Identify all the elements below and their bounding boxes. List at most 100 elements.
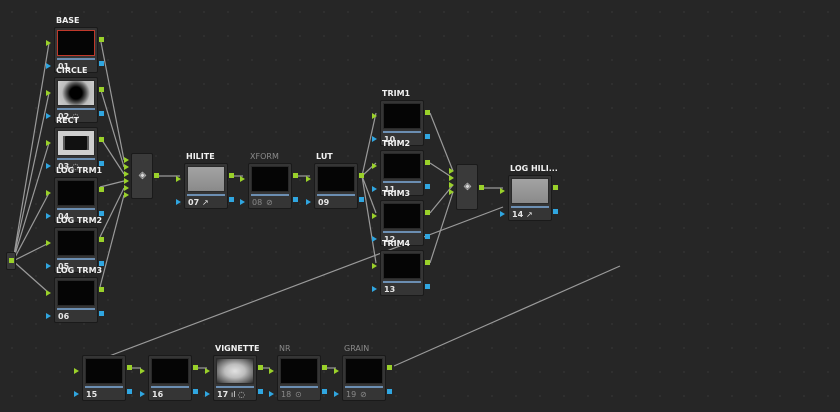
- alpha-input-pin[interactable]: [372, 236, 377, 242]
- alpha-output-pin[interactable]: [293, 197, 298, 202]
- mixer-1-input-pin[interactable]: [124, 157, 129, 163]
- rgb-input-pin[interactable]: [46, 90, 51, 96]
- alpha-output-pin[interactable]: [193, 389, 198, 394]
- rgb-input-pin[interactable]: [372, 163, 377, 169]
- alpha-input-pin[interactable]: [372, 186, 377, 192]
- source-output-pin[interactable]: [9, 258, 14, 263]
- node-17[interactable]: 17 ıl ◌: [213, 355, 257, 401]
- rgb-output-pin[interactable]: [99, 137, 104, 142]
- node-thumbnail: [57, 80, 95, 106]
- rgb-input-pin[interactable]: [372, 113, 377, 119]
- mixer-1-input-pin[interactable]: [124, 164, 129, 170]
- mixer-1-input-pin[interactable]: [124, 171, 129, 177]
- alpha-output-pin[interactable]: [553, 209, 558, 214]
- rgb-input-pin[interactable]: [46, 40, 51, 46]
- node-07[interactable]: 07 ↗: [184, 163, 228, 209]
- mixer-1-input-pin[interactable]: [124, 178, 129, 184]
- alpha-input-pin[interactable]: [205, 391, 210, 397]
- node-06[interactable]: 06: [54, 277, 98, 323]
- mixer-1-input-pin[interactable]: [124, 192, 129, 198]
- rgb-output-pin[interactable]: [99, 187, 104, 192]
- rgb-input-pin[interactable]: [334, 368, 339, 374]
- rgb-output-pin[interactable]: [99, 237, 104, 242]
- node-08[interactable]: 08 ⊘: [248, 163, 292, 209]
- mixer-2-input-pin[interactable]: [449, 168, 454, 174]
- alpha-output-pin[interactable]: [229, 197, 234, 202]
- mixer-1-output-pin[interactable]: [154, 173, 159, 178]
- node-13[interactable]: 13: [380, 250, 424, 296]
- alpha-input-pin[interactable]: [46, 263, 51, 269]
- alpha-output-pin[interactable]: [359, 197, 364, 202]
- alpha-input-pin[interactable]: [46, 113, 51, 119]
- alpha-input-pin[interactable]: [372, 286, 377, 292]
- rgb-output-pin[interactable]: [127, 365, 132, 370]
- alpha-input-pin[interactable]: [240, 199, 245, 205]
- alpha-input-pin[interactable]: [500, 211, 505, 217]
- rgb-output-pin[interactable]: [99, 87, 104, 92]
- rgb-output-pin[interactable]: [99, 287, 104, 292]
- alpha-input-pin[interactable]: [46, 163, 51, 169]
- node-16[interactable]: 16: [148, 355, 192, 401]
- alpha-input-pin[interactable]: [140, 391, 145, 397]
- rgb-input-pin[interactable]: [372, 213, 377, 219]
- rgb-input-pin[interactable]: [205, 368, 210, 374]
- alpha-output-pin[interactable]: [425, 184, 430, 189]
- layer-mixer-node-1[interactable]: ◈: [131, 153, 153, 199]
- rgb-output-pin[interactable]: [193, 365, 198, 370]
- mixer-2-input-pin[interactable]: [449, 189, 454, 195]
- rgb-input-pin[interactable]: [74, 368, 79, 374]
- alpha-output-pin[interactable]: [387, 389, 392, 394]
- rgb-output-pin[interactable]: [553, 185, 558, 190]
- rgb-output-pin[interactable]: [425, 260, 430, 265]
- rgb-output-pin[interactable]: [425, 160, 430, 165]
- alpha-input-pin[interactable]: [46, 63, 51, 69]
- rgb-input-pin[interactable]: [140, 368, 145, 374]
- rgb-input-pin[interactable]: [46, 290, 51, 296]
- node-15[interactable]: 15: [82, 355, 126, 401]
- alpha-output-pin[interactable]: [425, 284, 430, 289]
- alpha-output-pin[interactable]: [127, 389, 132, 394]
- mixer-2-input-pin[interactable]: [449, 175, 454, 181]
- alpha-input-pin[interactable]: [46, 213, 51, 219]
- node-19[interactable]: 19 ⊘: [342, 355, 386, 401]
- alpha-output-pin[interactable]: [425, 134, 430, 139]
- node-18[interactable]: 18 ⊙: [277, 355, 321, 401]
- rgb-output-pin[interactable]: [387, 365, 392, 370]
- alpha-input-pin[interactable]: [269, 391, 274, 397]
- rgb-output-pin[interactable]: [229, 173, 234, 178]
- node-14[interactable]: 14 ↗: [508, 175, 552, 221]
- rgb-output-pin[interactable]: [99, 37, 104, 42]
- node-09[interactable]: 09: [314, 163, 358, 209]
- rgb-output-pin[interactable]: [359, 173, 364, 178]
- rgb-input-pin[interactable]: [176, 176, 181, 182]
- mixer-1-input-pin[interactable]: [124, 185, 129, 191]
- alpha-input-pin[interactable]: [74, 391, 79, 397]
- alpha-input-pin[interactable]: [176, 199, 181, 205]
- rgb-output-pin[interactable]: [322, 365, 327, 370]
- rgb-input-pin[interactable]: [240, 176, 245, 182]
- rgb-input-pin[interactable]: [46, 140, 51, 146]
- rgb-output-pin[interactable]: [258, 365, 263, 370]
- mixer-2-output-pin[interactable]: [479, 185, 484, 190]
- alpha-output-pin[interactable]: [425, 234, 430, 239]
- rgb-input-pin[interactable]: [372, 263, 377, 269]
- rgb-output-pin[interactable]: [425, 210, 430, 215]
- rgb-output-pin[interactable]: [293, 173, 298, 178]
- rgb-input-pin[interactable]: [306, 176, 311, 182]
- alpha-input-pin[interactable]: [46, 313, 51, 319]
- alpha-output-pin[interactable]: [258, 389, 263, 394]
- rgb-input-pin[interactable]: [46, 190, 51, 196]
- mixer-2-input-pin[interactable]: [449, 182, 454, 188]
- alpha-output-pin[interactable]: [322, 389, 327, 394]
- layer-mixer-node-2[interactable]: ◈: [456, 164, 478, 210]
- rgb-input-pin[interactable]: [500, 188, 505, 194]
- alpha-output-pin[interactable]: [99, 111, 104, 116]
- alpha-input-pin[interactable]: [334, 391, 339, 397]
- rgb-input-pin[interactable]: [269, 368, 274, 374]
- rgb-output-pin[interactable]: [425, 110, 430, 115]
- alpha-input-pin[interactable]: [306, 199, 311, 205]
- rgb-input-pin[interactable]: [46, 240, 51, 246]
- alpha-input-pin[interactable]: [372, 136, 377, 142]
- alpha-output-pin[interactable]: [99, 61, 104, 66]
- alpha-output-pin[interactable]: [99, 311, 104, 316]
